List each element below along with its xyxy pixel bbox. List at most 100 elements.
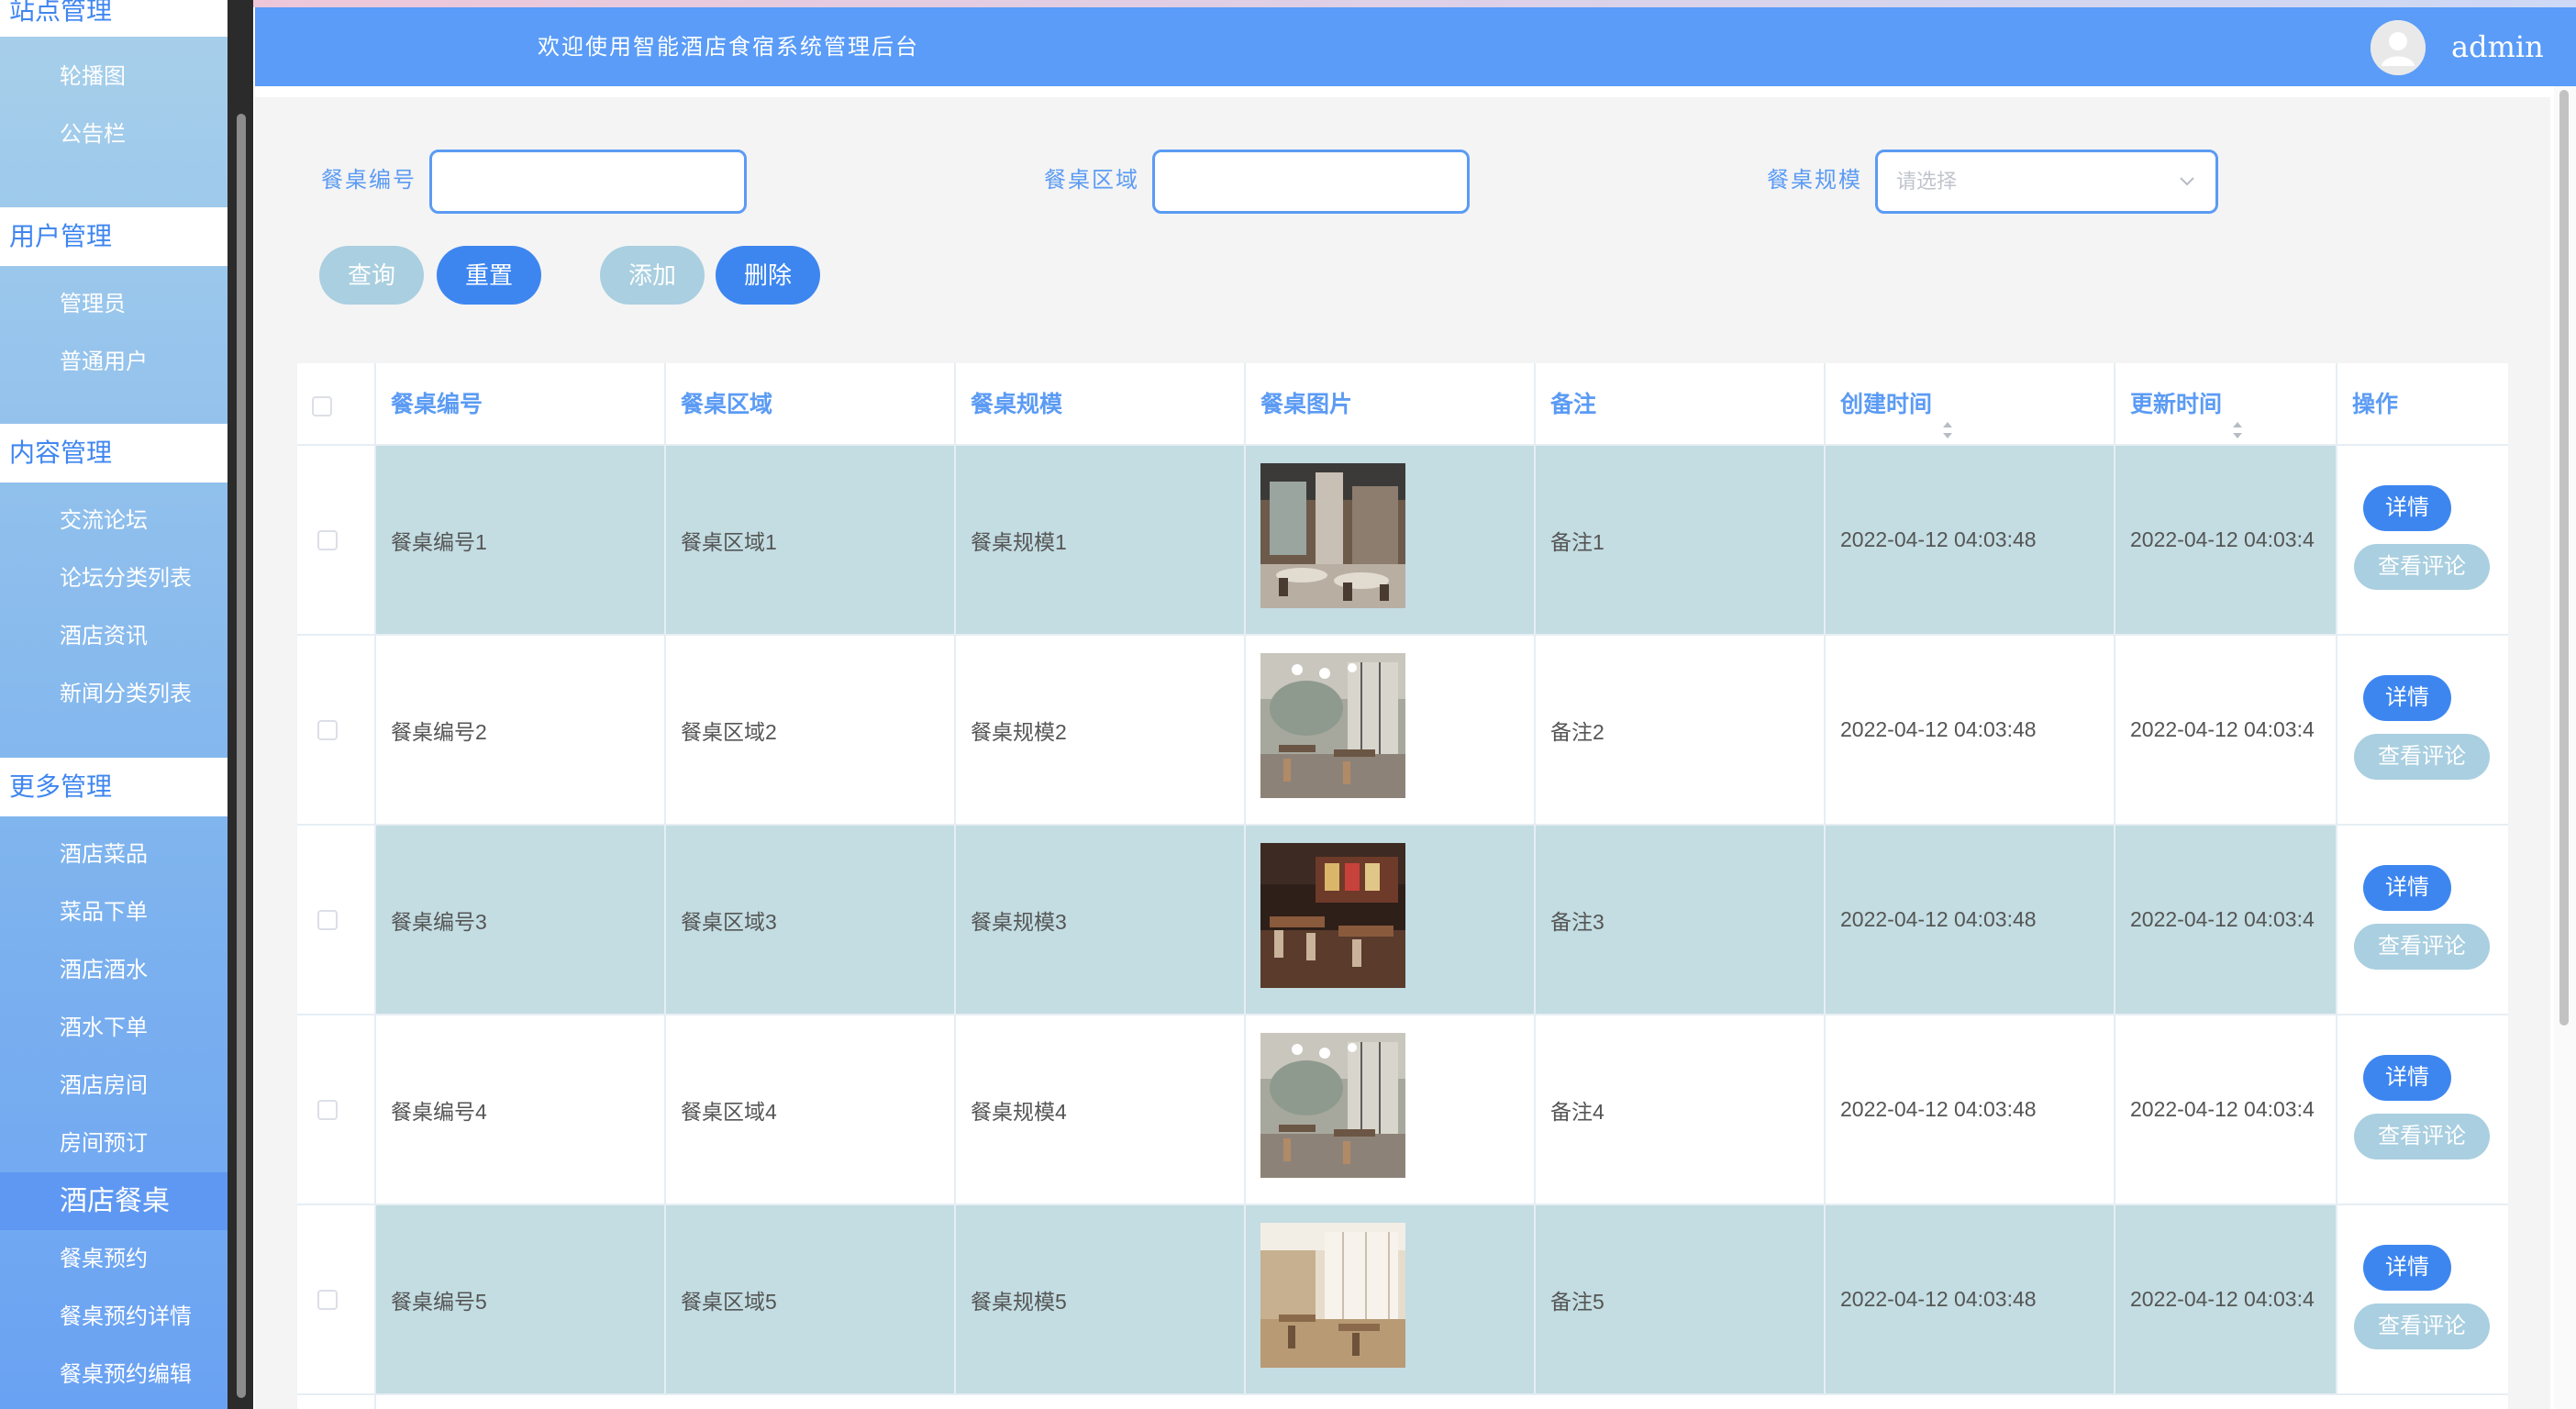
sidebar-group-title[interactable]: 站点管理 <box>0 0 228 37</box>
sidebar-item-table-reservations[interactable]: 餐桌预约 <box>0 1230 228 1288</box>
sidebar-item-carousel[interactable]: 轮播图 <box>0 48 228 105</box>
page-scrollbar-thumb[interactable] <box>2559 90 2569 1026</box>
sidebar-item-dining-tables[interactable]: 酒店餐桌 <box>0 1172 228 1230</box>
sidebar-item-dishes[interactable]: 酒店菜品 <box>0 826 228 883</box>
view-comments-button[interactable]: 查看评论 <box>2354 1304 2490 1349</box>
sidebar-item-notice[interactable]: 公告栏 <box>0 105 228 163</box>
cell-note: 备注3 <box>1536 826 1826 1014</box>
row-checkbox[interactable] <box>317 1100 338 1120</box>
cell-text: 餐桌区域4 <box>681 1099 777 1124</box>
table-row: 餐桌编号5 餐桌区域5 餐桌规模5 备注5 2022-04-12 04:03:4… <box>297 1205 2508 1395</box>
column-header-updated[interactable]: 更新时间 <box>2115 363 2337 446</box>
cell-size: 餐桌规模1 <box>956 446 1246 634</box>
cell-note: 备注1 <box>1536 446 1826 634</box>
restaurant-photo-1[interactable] <box>1260 463 1405 608</box>
row-checkbox[interactable] <box>317 910 338 930</box>
reset-button[interactable]: 重置 <box>437 246 541 305</box>
header-username[interactable]: admin <box>2451 7 2544 86</box>
column-header-note: 备注 <box>1536 363 1826 446</box>
sidebar-item-reservation-edit[interactable]: 餐桌预约编辑 <box>0 1346 228 1403</box>
delete-button[interactable]: 删除 <box>716 246 820 305</box>
sidebar-scrollbar[interactable] <box>228 0 253 1409</box>
view-comments-button[interactable]: 查看评论 <box>2354 734 2490 780</box>
view-comments-button[interactable]: 查看评论 <box>2354 1114 2490 1159</box>
sidebar-item-room-bookings[interactable]: 房间预订 <box>0 1115 228 1172</box>
sidebar-group-title[interactable]: 更多管理 <box>0 758 228 816</box>
detail-button[interactable]: 详情 <box>2363 1055 2451 1101</box>
sidebar-item-drink-orders[interactable]: 酒水下单 <box>0 999 228 1057</box>
cell-size: 餐桌规模4 <box>956 1015 1246 1204</box>
cell-area: 餐桌区域2 <box>666 636 956 824</box>
cell-text: 餐桌编号5 <box>391 1289 487 1314</box>
table-header: 餐桌编号 餐桌区域 餐桌规模 餐桌图片 备注 创建时间 更新时间 操作 <box>297 363 2508 446</box>
cell-text: 餐桌规模1 <box>971 529 1067 554</box>
header-bar: 欢迎使用智能酒店食宿系统管理后台 admin <box>255 7 2576 86</box>
cell-actions: 详情 查看评论 <box>2337 1205 2508 1393</box>
row-checkbox[interactable] <box>317 720 338 740</box>
sidebar-item-forum-categories[interactable]: 论坛分类列表 <box>0 549 228 607</box>
cell-area: 餐桌区域1 <box>666 446 956 634</box>
row-select-cell <box>297 1015 376 1204</box>
table-row: 餐桌编号1 餐桌区域1 餐桌规模1 备注1 2022-04-12 04:03:4… <box>297 446 2508 636</box>
user-avatar-icon[interactable] <box>2371 20 2426 75</box>
sidebar-item-admins[interactable]: 管理员 <box>0 275 228 333</box>
filter-area-label: 餐桌区域 <box>1044 167 1139 193</box>
table-row <box>297 1395 2508 1409</box>
sidebar-scrollbar-thumb[interactable] <box>237 114 246 1398</box>
detail-button[interactable]: 详情 <box>2363 865 2451 911</box>
cell-note: 备注5 <box>1536 1205 1826 1393</box>
sidebar-item-rooms[interactable]: 酒店房间 <box>0 1057 228 1115</box>
detail-button[interactable]: 详情 <box>2363 1245 2451 1291</box>
cell-text: 2022-04-12 04:03:4 <box>2130 1097 2315 1121</box>
cell-text: 备注1 <box>1550 529 1604 554</box>
add-button[interactable]: 添加 <box>600 246 705 305</box>
sidebar-item-reservation-details[interactable]: 餐桌预约详情 <box>0 1288 228 1346</box>
cell-note: 备注4 <box>1536 1015 1826 1204</box>
page-scrollbar[interactable] <box>2554 86 2576 1409</box>
sidebar-item-drinks[interactable]: 酒店酒水 <box>0 941 228 999</box>
row-select-cell <box>297 636 376 824</box>
detail-button[interactable]: 详情 <box>2363 675 2451 721</box>
view-comments-button[interactable]: 查看评论 <box>2354 544 2490 590</box>
column-header-area: 餐桌区域 <box>666 363 956 446</box>
sidebar-item-news-categories[interactable]: 新闻分类列表 <box>0 665 228 723</box>
column-header-created[interactable]: 创建时间 <box>1826 363 2115 446</box>
restaurant-photo-4[interactable] <box>1260 1033 1405 1178</box>
query-button[interactable]: 查询 <box>319 246 424 305</box>
sidebar-item-dish-orders[interactable]: 菜品下单 <box>0 883 228 941</box>
row-checkbox[interactable] <box>317 530 338 550</box>
sidebar-item-hotel-news[interactable]: 酒店资讯 <box>0 607 228 665</box>
cell-size: 餐桌规模3 <box>956 826 1246 1014</box>
column-header-updated-label: 更新时间 <box>2130 392 2223 417</box>
filter-area-input[interactable] <box>1152 150 1470 214</box>
cell-area: 餐桌区域4 <box>666 1015 956 1204</box>
cell-text: 餐桌区域2 <box>681 719 777 744</box>
cell-image <box>1246 636 1536 824</box>
row-select-cell <box>297 1395 376 1409</box>
data-table: 餐桌编号 餐桌区域 餐桌规模 餐桌图片 备注 创建时间 更新时间 操作 餐桌编号… <box>297 363 2508 1409</box>
admin-page: 站点管理 轮播图 公告栏 用户管理 管理员 普通用户 内容管理 交流论坛 论坛分… <box>0 0 2576 1409</box>
filter-size-select[interactable]: 请选择 <box>1875 150 2218 214</box>
sidebar-group-title[interactable]: 内容管理 <box>0 424 228 483</box>
sort-caret-icon[interactable] <box>1941 393 1954 439</box>
view-comments-button[interactable]: 查看评论 <box>2354 924 2490 970</box>
restaurant-photo-3[interactable] <box>1260 843 1405 988</box>
cell-size: 餐桌规模5 <box>956 1205 1246 1393</box>
sidebar-group-title[interactable]: 用户管理 <box>0 207 228 266</box>
cell-text: 2022-04-12 04:03:4 <box>2130 527 2315 551</box>
cell-text: 餐桌规模3 <box>971 909 1067 934</box>
detail-button[interactable]: 详情 <box>2363 485 2451 531</box>
row-checkbox[interactable] <box>317 1290 338 1310</box>
restaurant-photo-5[interactable] <box>1260 1223 1405 1368</box>
cell-created: 2022-04-12 04:03:48 <box>1826 636 2115 824</box>
cell-note: 备注2 <box>1536 636 1826 824</box>
cell-text: 餐桌编号4 <box>391 1099 487 1124</box>
select-all-checkbox[interactable] <box>312 396 332 416</box>
column-header-image: 餐桌图片 <box>1246 363 1536 446</box>
sidebar-item-forum[interactable]: 交流论坛 <box>0 492 228 549</box>
restaurant-photo-2[interactable] <box>1260 653 1405 798</box>
cell-table-no: 餐桌编号1 <box>376 446 666 634</box>
sort-caret-icon[interactable] <box>2231 393 2244 439</box>
sidebar-item-users[interactable]: 普通用户 <box>0 333 228 391</box>
filter-table-no-input[interactable] <box>429 150 747 214</box>
